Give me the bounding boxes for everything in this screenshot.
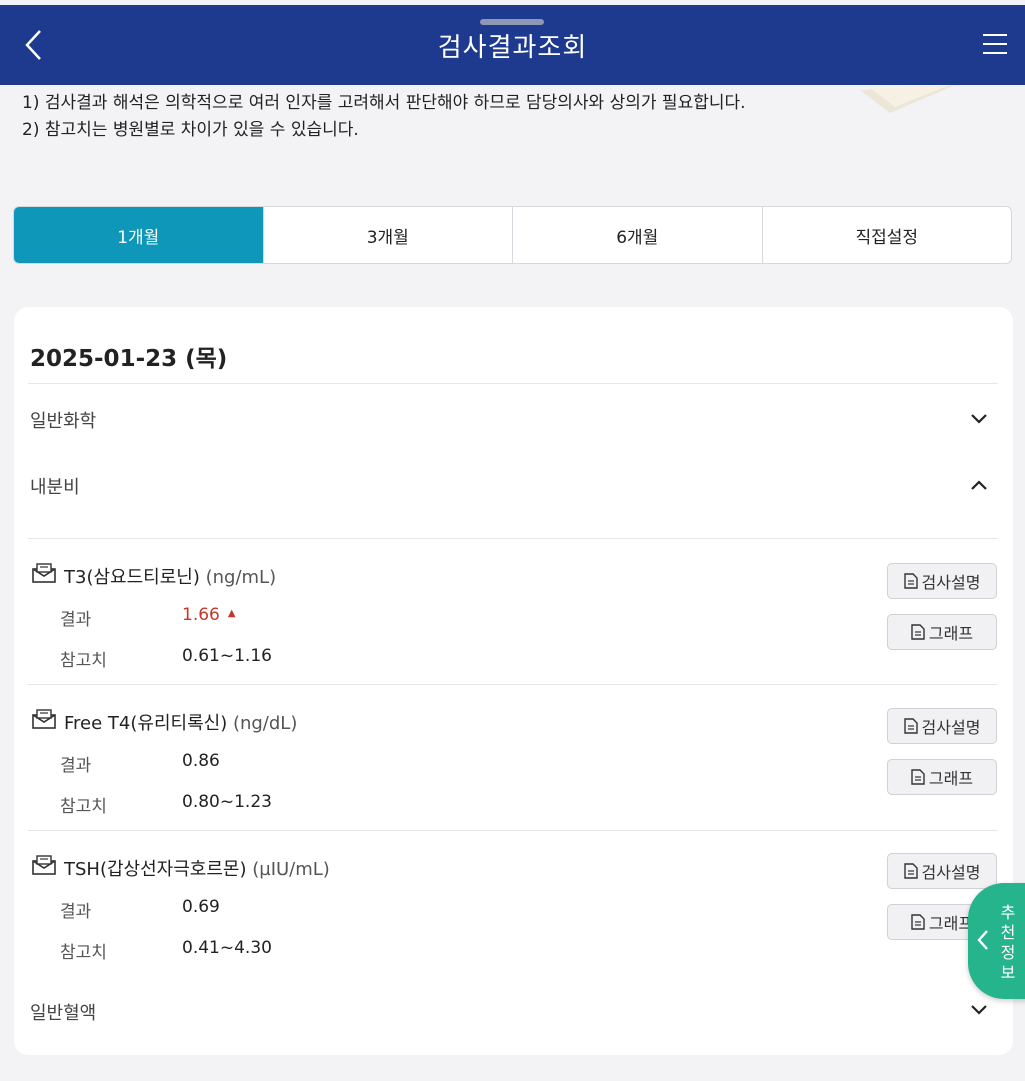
test-unit: (µIU/mL) <box>252 859 330 880</box>
test-name-text: TSH(갑상선자극호르몬) <box>64 859 247 880</box>
explain-button[interactable]: 검사설명 <box>887 853 997 889</box>
notice-line: 1) 검사결과 해석은 의학적으로 여러 인자를 고려해서 판단해야 하므로 담… <box>22 93 746 113</box>
document-icon <box>903 863 918 879</box>
test-date: 2025-01-23 (목) <box>30 346 228 372</box>
test-name-text: Free T4(유리티록신) <box>64 713 228 734</box>
mail-document-icon <box>32 563 56 583</box>
tab-3-months[interactable]: 3개월 <box>262 207 513 263</box>
reference-value: 0.41~4.30 <box>182 938 272 958</box>
result-number: 1.66 <box>182 605 220 625</box>
mail-document-icon <box>32 709 56 729</box>
test-name: T3(삼요드티로닌) (ng/mL) <box>64 563 276 589</box>
result-label: 결과 <box>60 756 92 776</box>
document-icon <box>911 624 925 640</box>
recommendation-label: 추천정보 <box>1000 903 1016 982</box>
result-label: 결과 <box>60 610 92 630</box>
explain-button[interactable]: 검사설명 <box>887 563 997 599</box>
test-unit: (ng/mL) <box>205 567 277 588</box>
reference-label: 참고치 <box>60 797 107 817</box>
document-icon <box>903 573 918 589</box>
test-name-text: T3(삼요드티로닌) <box>64 567 200 588</box>
graph-button[interactable]: 그래프 <box>887 614 997 650</box>
graph-button-label: 그래프 <box>928 624 974 643</box>
graph-button-label: 그래프 <box>928 914 974 933</box>
document-icon <box>911 769 925 785</box>
document-icon <box>911 914 925 930</box>
tab-1-month[interactable]: 1개월 <box>14 207 263 263</box>
result-value: 0.69 <box>182 897 220 917</box>
page-title: 검사결과조회 <box>437 33 588 63</box>
divider <box>28 383 998 384</box>
mail-document-icon <box>32 855 56 875</box>
category-general-chemistry[interactable]: 일반화학 <box>30 407 96 433</box>
explain-button-label: 검사설명 <box>921 718 981 737</box>
chevron-left-icon <box>977 930 988 950</box>
chevron-down-icon[interactable] <box>970 413 988 425</box>
test-name: TSH(갑상선자극호르몬) (µIU/mL) <box>64 855 330 881</box>
explain-button-label: 검사설명 <box>921 863 981 882</box>
high-flag-icon: ▲ <box>227 608 236 619</box>
period-tabs: 1개월 3개월 6개월 직접설정 <box>13 206 1012 264</box>
notice-line: 2) 참고치는 병원별로 차이가 있을 수 있습니다. <box>22 120 359 140</box>
tab-6-months[interactable]: 6개월 <box>512 207 762 263</box>
chevron-down-icon[interactable] <box>970 1004 988 1016</box>
document-icon <box>903 718 918 734</box>
category-cbc[interactable]: 일반혈액 <box>30 999 96 1025</box>
explain-button-label: 검사설명 <box>921 573 981 592</box>
result-value: 0.86 <box>182 751 220 771</box>
reference-label: 참고치 <box>60 651 107 671</box>
test-row-free-t4: Free T4(유리티록신) (ng/dL) 결과 0.86 참고치 0.80~… <box>14 685 1013 831</box>
result-value: 1.66 ▲ <box>182 605 236 625</box>
recommendation-panel-tab[interactable]: 추천정보 <box>968 883 1025 999</box>
reference-label: 참고치 <box>60 943 107 963</box>
result-label: 결과 <box>60 902 92 922</box>
chevron-up-icon[interactable] <box>970 479 988 491</box>
hamburger-menu-icon[interactable] <box>983 33 1007 55</box>
drag-handle[interactable] <box>480 19 544 25</box>
reference-value: 0.80~1.23 <box>182 792 272 812</box>
notice-text: 1) 검사결과 해석은 의학적으로 여러 인자를 고려해서 판단해야 하므로 담… <box>22 90 746 144</box>
graph-button[interactable]: 그래프 <box>887 759 997 795</box>
app-header: 검사결과조회 <box>0 5 1025 85</box>
graph-button-label: 그래프 <box>928 769 974 788</box>
tab-custom-range[interactable]: 직접설정 <box>761 207 1012 263</box>
test-row-tsh: TSH(갑상선자극호르몬) (µIU/mL) 결과 0.69 참고치 0.41~… <box>14 831 1013 977</box>
category-endocrine[interactable]: 내분비 <box>30 473 80 499</box>
test-name: Free T4(유리티록신) (ng/dL) <box>64 709 297 735</box>
test-row-t3: T3(삼요드티로닌) (ng/mL) 결과 1.66 ▲ 참고치 0.61~1.1… <box>14 539 1013 685</box>
document-illustration <box>860 85 960 113</box>
reference-value: 0.61~1.16 <box>182 646 272 666</box>
result-card: 2025-01-23 (목) 일반화학 내분비 T3(삼요드티로닌) (ng/m… <box>14 307 1013 1055</box>
explain-button[interactable]: 검사설명 <box>887 708 997 744</box>
test-unit: (ng/dL) <box>232 713 298 734</box>
